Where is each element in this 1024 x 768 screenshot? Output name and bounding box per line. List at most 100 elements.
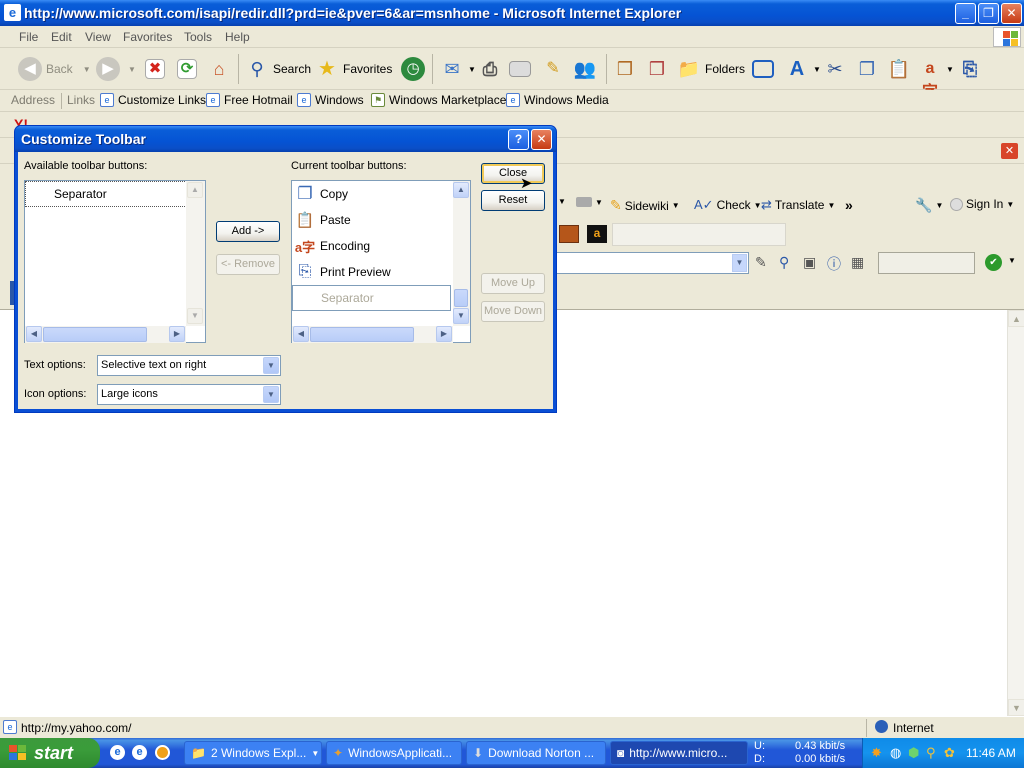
- encoding-dropdown-icon[interactable]: ▼: [946, 65, 954, 74]
- mail-button[interactable]: ✉ ▼: [440, 48, 476, 90]
- more-chevron-icon[interactable]: »: [845, 197, 853, 213]
- calculator-icon[interactable]: [559, 225, 579, 243]
- available-vscroll[interactable]: ▲ ▼: [186, 181, 205, 326]
- refresh-button[interactable]: ⟳: [177, 48, 197, 90]
- scroll-left-icon[interactable]: ◀: [293, 326, 309, 342]
- sign-in-button[interactable]: Sign In ▼: [950, 197, 1014, 211]
- chevron-down-icon[interactable]: ▼: [263, 386, 279, 403]
- keyboard-button[interactable]: ▼: [576, 197, 603, 207]
- scroll-thumb[interactable]: [454, 289, 468, 307]
- list-item-copy[interactable]: ❐ Copy: [292, 181, 348, 207]
- sidewiki-button[interactable]: ✎ Sidewiki ▼: [610, 197, 680, 214]
- highlight-icon[interactable]: ✎: [755, 254, 767, 271]
- menu-favorites[interactable]: Favorites: [123, 30, 172, 44]
- font-size-dropdown-icon[interactable]: ▼: [813, 65, 821, 74]
- copy-button[interactable]: ❐: [855, 48, 879, 90]
- task-windows-explorer[interactable]: 📁 2 Windows Expl... ▼: [184, 741, 322, 765]
- toolbar-dropdown[interactable]: ▼: [558, 197, 566, 206]
- task-download-norton[interactable]: ⬇ Download Norton ...: [466, 741, 606, 765]
- scroll-left-icon[interactable]: ◀: [26, 326, 42, 342]
- link-windows-media[interactable]: e Windows Media: [506, 93, 609, 107]
- icon-options-select[interactable]: Large icons ▼: [97, 384, 281, 405]
- menu-tools[interactable]: Tools: [184, 30, 212, 44]
- messenger-button[interactable]: 👥: [573, 48, 597, 90]
- available-buttons-list[interactable]: Separator ▲ ▼ ◀ ▶: [24, 180, 206, 343]
- reset-button[interactable]: Reset: [481, 190, 545, 211]
- current-hscroll[interactable]: ◀ ▶: [292, 326, 453, 343]
- window-title-bar[interactable]: e http://www.microsoft.com/isapi/redir.d…: [0, 0, 1024, 26]
- toolbar-search-input[interactable]: [556, 252, 749, 274]
- address-label[interactable]: Address: [11, 93, 55, 107]
- folders-button[interactable]: 📁 Folders: [677, 48, 745, 90]
- link-windows[interactable]: e Windows: [297, 93, 364, 107]
- move-down-button[interactable]: Move Down: [481, 301, 545, 322]
- toolbar-text-field[interactable]: [878, 252, 975, 274]
- close-window-button[interactable]: ✕: [1001, 3, 1022, 24]
- cut-button[interactable]: ✂: [823, 48, 847, 90]
- close-toolbar-icon[interactable]: ✕: [1001, 143, 1018, 159]
- print-preview-button[interactable]: ⎘: [958, 48, 982, 90]
- paste-button[interactable]: 📋: [887, 48, 911, 90]
- dialog-close-x-button[interactable]: ✕: [531, 129, 552, 150]
- scroll-up-icon[interactable]: ▲: [187, 182, 203, 198]
- full-screen-button[interactable]: [752, 48, 774, 90]
- clock[interactable]: 11:46 AM: [966, 746, 1016, 760]
- favorites-center-button[interactable]: ❒: [613, 48, 637, 90]
- stop-button[interactable]: ✖: [145, 48, 165, 90]
- chevron-down-icon[interactable]: ▼: [263, 357, 279, 374]
- scroll-down-icon[interactable]: ▼: [453, 308, 469, 324]
- current-buttons-list[interactable]: ❐ Copy 📋 Paste a字 Encoding ⎘ Print Previ…: [291, 180, 471, 343]
- tray-search-icon[interactable]: ⚲: [926, 745, 936, 761]
- find-icon[interactable]: ⚲: [779, 254, 789, 271]
- minimize-button[interactable]: _: [955, 3, 976, 24]
- scroll-right-icon[interactable]: ▶: [436, 326, 452, 342]
- mail-dropdown-icon[interactable]: ▼: [468, 65, 476, 74]
- remove-button[interactable]: <- Remove: [216, 254, 280, 275]
- encoding-button[interactable]: a字 ▼: [918, 48, 954, 101]
- scroll-down-icon[interactable]: ▼: [1008, 699, 1024, 716]
- quick-launch-media-icon[interactable]: [155, 745, 170, 760]
- links-label[interactable]: Links: [67, 93, 95, 107]
- search-button[interactable]: ⚲ Search: [245, 48, 311, 90]
- translate-button[interactable]: ⇄ Translate ▼: [761, 197, 835, 213]
- scroll-thumb[interactable]: [43, 327, 147, 342]
- quick-launch-ie-icon[interactable]: e: [110, 745, 125, 760]
- spell-check-button[interactable]: A✓ Check ▼: [694, 197, 762, 213]
- settings-wrench-button[interactable]: 🔧 ▼: [915, 197, 943, 214]
- print-button[interactable]: ⎙: [478, 48, 502, 90]
- calendar-icon[interactable]: ▦: [851, 254, 864, 271]
- search-dropdown-icon[interactable]: ▼: [732, 254, 747, 272]
- dialog-title-bar[interactable]: Customize Toolbar ? ✕: [15, 126, 556, 152]
- forward-dropdown-icon[interactable]: ▼: [128, 65, 136, 74]
- favorites-button[interactable]: ★ Favorites: [315, 48, 392, 90]
- available-hscroll[interactable]: ◀ ▶: [25, 326, 186, 343]
- amazon-icon[interactable]: a: [587, 225, 607, 243]
- tray-update-icon[interactable]: ⬢: [908, 745, 919, 761]
- forward-button[interactable]: ▶ ▼: [96, 48, 136, 90]
- list-item-separator[interactable]: Separator: [292, 285, 451, 311]
- text-options-select[interactable]: Selective text on right ▼: [97, 355, 281, 376]
- discuss-button[interactable]: ✎: [541, 48, 565, 90]
- list-item[interactable]: Separator: [25, 181, 187, 207]
- menu-view[interactable]: View: [85, 30, 111, 44]
- back-button[interactable]: ◀ Back ▼: [18, 48, 91, 90]
- link-free-hotmail[interactable]: e Free Hotmail: [206, 93, 293, 107]
- save-icon[interactable]: ▣: [803, 254, 816, 271]
- scroll-thumb[interactable]: [310, 327, 414, 342]
- home-button[interactable]: ⌂: [207, 48, 231, 90]
- link-customize-links[interactable]: e Customize Links: [100, 93, 206, 107]
- dialog-help-button[interactable]: ?: [508, 129, 529, 150]
- scroll-down-icon[interactable]: ▼: [187, 308, 203, 324]
- scroll-right-icon[interactable]: ▶: [169, 326, 185, 342]
- scroll-up-icon[interactable]: ▲: [453, 182, 469, 198]
- back-dropdown-icon[interactable]: ▼: [83, 65, 91, 74]
- add-button[interactable]: Add ->: [216, 221, 280, 242]
- internet-explorer-icon[interactable]: e: [4, 4, 21, 21]
- tray-network-icon[interactable]: ◍: [890, 745, 901, 761]
- task-windows-application[interactable]: ✦ WindowsApplicati...: [326, 741, 462, 765]
- vertical-scrollbar[interactable]: ▲ ▼: [1007, 310, 1024, 716]
- add-favorite-button[interactable]: ❒: [645, 48, 669, 90]
- tray-antivirus-icon[interactable]: ✸: [871, 745, 882, 761]
- quick-launch-ie2-icon[interactable]: e: [132, 745, 147, 760]
- info-icon[interactable]: ⓘ: [827, 254, 841, 274]
